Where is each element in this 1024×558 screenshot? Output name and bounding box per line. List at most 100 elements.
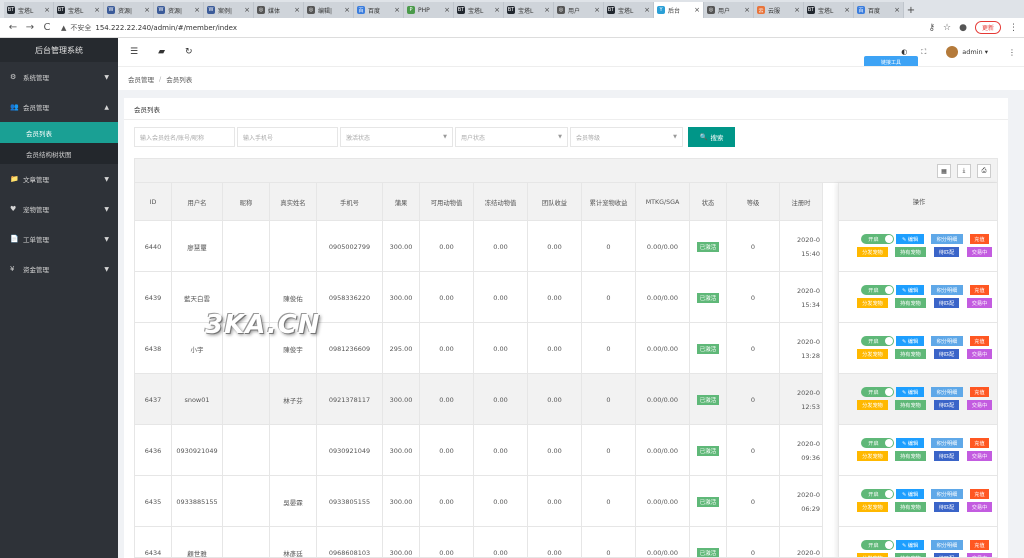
close-icon[interactable]: × — [644, 6, 650, 14]
close-icon[interactable]: × — [594, 6, 600, 14]
browser-tab[interactable]: BT 宝塔L × — [454, 2, 504, 18]
pending-match-button[interactable]: 待匹配 — [934, 247, 959, 257]
close-icon[interactable]: × — [94, 6, 100, 14]
theme-icon[interactable]: ◐ — [901, 48, 907, 56]
edit-button[interactable]: ✎ 编辑 — [896, 489, 924, 499]
close-icon[interactable]: × — [344, 6, 350, 14]
status-toggle[interactable]: 开启 — [861, 387, 894, 397]
distribute-pet-button[interactable]: 分发宠物 — [857, 502, 888, 512]
recharge-button[interactable]: 充值 — [970, 234, 989, 244]
pending-match-button[interactable]: 待匹配 — [934, 451, 959, 461]
profile-icon[interactable]: ● — [959, 23, 967, 33]
reload-icon[interactable]: C — [40, 22, 54, 33]
pending-match-button[interactable]: 待匹配 — [934, 349, 959, 359]
back-icon[interactable]: ← — [6, 22, 20, 33]
close-icon[interactable]: × — [844, 6, 850, 14]
trading-button[interactable]: 交易中 — [967, 502, 992, 512]
browser-tab[interactable]: W 资源| × — [104, 2, 154, 18]
browser-tab[interactable]: BT 宝塔L × — [54, 2, 104, 18]
browser-tab[interactable]: BT 宝塔L × — [504, 2, 554, 18]
recharge-button[interactable]: 充值 — [970, 285, 989, 295]
browser-menu-icon[interactable]: ⋮ — [1009, 23, 1018, 33]
trading-button[interactable]: 交易中 — [967, 247, 992, 257]
distribute-pet-button[interactable]: 分发宠物 — [857, 400, 888, 410]
status-toggle[interactable]: 开启 — [861, 336, 894, 346]
held-pet-button[interactable]: 持有宠物 — [895, 400, 926, 410]
activation-select[interactable]: 激活状态 ▼ — [340, 127, 453, 147]
sidebar-menu-item[interactable]: ¥ 资金管理 ▼ — [0, 254, 118, 284]
pending-match-button[interactable]: 待匹配 — [934, 400, 959, 410]
distribute-pet-button[interactable]: 分发宠物 — [857, 298, 888, 308]
member-level-select[interactable]: 会员等级 ▼ — [570, 127, 683, 147]
update-button[interactable]: 更新 — [974, 21, 1001, 34]
new-tab-button[interactable]: + — [904, 2, 918, 18]
close-icon[interactable]: × — [144, 6, 150, 14]
recharge-button[interactable]: 充值 — [970, 387, 989, 397]
close-icon[interactable]: × — [794, 6, 800, 14]
export-icon[interactable]: ⤓ — [957, 164, 971, 178]
recharge-button[interactable]: 充值 — [970, 336, 989, 346]
columns-filter-icon[interactable]: ▦ — [937, 164, 951, 178]
pending-match-button[interactable]: 待匹配 — [934, 553, 959, 557]
recharge-button[interactable]: 充值 — [970, 489, 989, 499]
menu-toggle-icon[interactable]: ☰ — [130, 47, 138, 57]
points-detail-button[interactable]: 积分明细 — [931, 438, 963, 448]
pending-match-button[interactable]: 待匹配 — [934, 502, 959, 512]
close-icon[interactable]: × — [444, 6, 450, 14]
held-pet-button[interactable]: 持有宠物 — [895, 553, 926, 557]
sidebar-subitem[interactable]: 会员结构树状图 — [0, 143, 118, 164]
fullscreen-icon[interactable]: ⛶ — [921, 48, 926, 57]
status-toggle[interactable]: 开启 — [861, 285, 894, 295]
forward-icon[interactable]: → — [23, 22, 37, 33]
trading-button[interactable]: 交易中 — [967, 400, 992, 410]
status-toggle[interactable]: 开启 — [861, 540, 894, 550]
edit-button[interactable]: ✎ 编辑 — [896, 336, 924, 346]
points-detail-button[interactable]: 积分明细 — [931, 489, 963, 499]
breadcrumb-item[interactable]: 会员管理 — [128, 74, 154, 84]
trading-button[interactable]: 交易中 — [967, 451, 992, 461]
status-toggle[interactable]: 开启 — [861, 234, 894, 244]
browser-tab[interactable]: 百百度 × — [854, 2, 904, 18]
username-menu[interactable]: admin ▾ — [962, 48, 988, 56]
sidebar-menu-item[interactable]: ♥ 宠物管理 ▼ — [0, 194, 118, 224]
browser-tab[interactable]: W 案例| × — [204, 2, 254, 18]
distribute-pet-button[interactable]: 分发宠物 — [857, 553, 888, 557]
close-icon[interactable]: × — [494, 6, 500, 14]
close-icon[interactable]: × — [894, 6, 900, 14]
sidebar-menu-item[interactable]: 👥 会员管理 ▲ — [0, 92, 118, 122]
phone-input[interactable]: 输入手机号 — [237, 127, 338, 147]
sidebar-menu-item[interactable]: ⚙ 系统管理 ▼ — [0, 62, 118, 92]
points-detail-button[interactable]: 积分明细 — [931, 234, 963, 244]
browser-tab[interactable]: BT 宝塔L × — [604, 2, 654, 18]
recharge-button[interactable]: 充值 — [970, 438, 989, 448]
name-search-input[interactable]: 输入会员姓名/账号/昵称 — [134, 127, 235, 147]
held-pet-button[interactable]: 持有宠物 — [895, 298, 926, 308]
distribute-pet-button[interactable]: 分发宠物 — [857, 349, 888, 359]
print-icon[interactable]: ⎙ — [977, 164, 991, 178]
more-icon[interactable]: ⋮ — [1008, 48, 1016, 57]
browser-tab[interactable]: ◎ 用户 × — [704, 2, 754, 18]
distribute-pet-button[interactable]: 分发宠物 — [857, 247, 888, 257]
status-toggle[interactable]: 开启 — [861, 489, 894, 499]
edit-button[interactable]: ✎ 编辑 — [896, 438, 924, 448]
browser-tab[interactable]: ◎ 编辑| × — [304, 2, 354, 18]
close-icon[interactable]: × — [244, 6, 250, 14]
sidebar-menu-item[interactable]: 📄 工单管理 ▼ — [0, 224, 118, 254]
close-icon[interactable]: × — [544, 6, 550, 14]
close-icon[interactable]: × — [44, 6, 50, 14]
browser-tab[interactable]: Y 后台 × — [654, 2, 704, 18]
search-button[interactable]: 🔍 搜索 — [688, 127, 735, 147]
held-pet-button[interactable]: 持有宠物 — [895, 451, 926, 461]
browser-tab[interactable]: W 资源| × — [154, 2, 204, 18]
star-icon[interactable]: ☆ — [943, 23, 951, 33]
sidebar-menu-item[interactable]: 📁 文章管理 ▼ — [0, 164, 118, 194]
sidebar-subitem[interactable]: 会员列表 — [0, 122, 118, 143]
browser-tab[interactable]: 百百度 × — [354, 2, 404, 18]
message-icon[interactable]: ▰ — [158, 47, 165, 57]
close-icon[interactable]: × — [194, 6, 200, 14]
points-detail-button[interactable]: 积分明细 — [931, 336, 963, 346]
trading-button[interactable]: 交易中 — [967, 349, 992, 359]
held-pet-button[interactable]: 持有宠物 — [895, 349, 926, 359]
distribute-pet-button[interactable]: 分发宠物 — [857, 451, 888, 461]
url-field[interactable]: ▲ 不安全 154.222.22.240/admin/#/member/inde… — [57, 21, 920, 35]
